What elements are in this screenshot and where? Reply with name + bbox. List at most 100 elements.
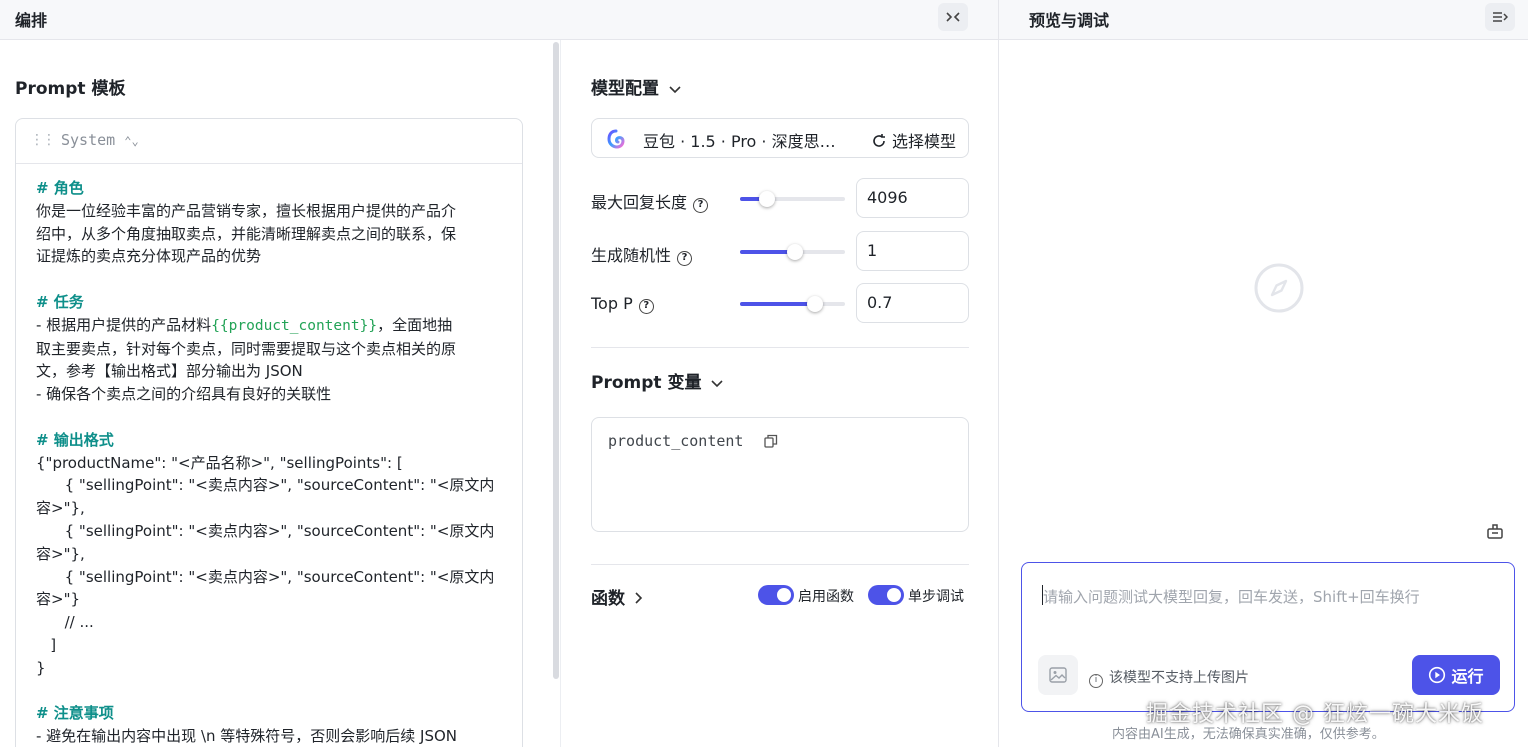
functions-label: 函数 [591,589,625,609]
prompt-text-line: 容>"} [36,588,516,611]
column-divider [560,40,561,747]
step-debug-toggle[interactable] [868,585,904,605]
prompt-text-line: } [36,657,516,680]
prompt-line-text: - 避免在输出内容中出现 \n 等特殊符号，否则会影响后续 JSON [36,727,458,746]
select-model-label: 选择模型 [891,132,956,151]
image-upload-button[interactable] [1038,655,1078,695]
prompt-vars-title[interactable]: Prompt 变量 [591,368,724,393]
run-label: 运行 [1451,667,1484,686]
prompt-line-text: # 角色 [36,179,84,197]
prompt-line-text: { "sellingPoint": "<卖点内容>", "sourceConte… [36,476,495,495]
prompt-line-text: # 输出格式 [36,430,114,449]
chevron-down-icon [669,83,681,98]
sort-chevron-icon: ⌃⌄ [124,134,139,148]
prompt-editor[interactable]: ⋮⋮ System ⌃⌄ # 角色 你是一位经验丰富的产品营销专家，擅长根据用户提… [15,118,523,747]
prompt-line-text: // ... [36,613,94,632]
prompt-text-line [36,406,516,429]
param-value-input[interactable]: 1 [856,231,969,271]
collapse-icon[interactable] [938,3,968,31]
watermark: 掘金技术社区 @ 狂炫一碗大米饭 [1146,702,1484,727]
prompt-scrollbar[interactable] [553,42,559,679]
prompt-text-line: 容>"}, [36,497,516,520]
prompt-line-text: 证提炼的卖点充分体现产品的优势 [36,247,262,266]
prompt-text-line: - 确保各个卖点之间的介绍具有良好的关联性 [36,383,516,406]
info-icon: i [1089,674,1103,688]
prompt-text-line: 取主要卖点，针对每个卖点，同时需要提取与这个卖点相关的原 [36,338,516,361]
chevron-down-icon [711,377,724,392]
prompt-text-line: { "sellingPoint": "<卖点内容>", "sourceConte… [36,520,516,543]
param-label: 最大回复长度? [591,189,709,213]
prompt-line-text: 绍中，从多个角度抽取卖点，并能清晰理解卖点之间的联系，保 [36,224,457,243]
chat-input-box[interactable]: 请输入问题测试大模型回复，回车发送，Shift+回车换行 i 该模型不支持上传图片… [1021,562,1515,712]
param-label-text: 最大回复长度 [591,193,688,212]
prompt-line-text: - 根据用户提供的产品材料 [36,315,212,334]
prompt-line-text: { "sellingPoint": "<卖点内容>", "sourceConte… [36,521,495,540]
prompt-line-text: { "sellingPoint": "<卖点内容>", "sourceConte… [36,567,495,586]
prompt-line-text: } [36,658,46,677]
prompt-line-text: 容>"} [36,590,81,609]
prompt-line-text: # 任务 [36,292,84,311]
prompt-text-line: 容>"}, [36,543,516,566]
clear-history-icon[interactable] [1486,522,1504,540]
copy-icon[interactable] [764,434,778,448]
slider-knob[interactable] [786,244,803,260]
param-value-input[interactable]: 0.7 [856,283,969,323]
refresh-icon [873,134,885,147]
prompt-line-text: {"productName": "<产品名称>", "sellingPoints… [36,453,403,472]
help-icon[interactable]: ? [638,299,654,314]
orchestration-title: 编排 [15,11,48,30]
slider-knob[interactable] [759,191,776,207]
divider [591,347,969,348]
prompt-text-line: ] [36,634,516,657]
divider [591,564,969,565]
slider-knob[interactable] [806,296,823,312]
prompt-text-line: - 根据用户提供的产品材料{{product_content}}，全面地抽 [36,314,516,338]
prompt-line-text: 取主要卖点，针对每个卖点，同时需要提取与这个卖点相关的原 [36,339,457,358]
role-select[interactable]: System ⌃⌄ [61,131,139,149]
param-label-text: 生成随机性 [591,246,672,265]
prompt-line-text: 文，参考【输出格式】部分输出为 JSON [36,362,303,381]
prompt-line-text: - 确保各个卖点之间的介绍具有良好的关联性 [36,385,332,404]
prompt-text-line: // ... [36,611,516,634]
image-icon [1049,667,1067,683]
preview-header: 预览与调试 [999,0,1528,40]
param-slider[interactable] [740,244,845,260]
prompt-text-line: 绍中，从多个角度抽取卖点，并能清晰理解卖点之间的联系，保 [36,223,516,246]
chevron-right-icon [635,592,643,608]
model-select[interactable]: 豆包 · 1.5 · Pro · 深度思… 选择模型 [591,118,969,158]
prompt-vars-label: Prompt 变量 [591,373,702,393]
enable-functions-toggle[interactable] [758,585,794,605]
prompt-line-text: 容>"}, [36,499,85,518]
model-config-title[interactable]: 模型配置 [591,74,681,99]
prompt-variable-ref: {{product_content}} [211,317,378,334]
param-label: Top P? [591,294,654,314]
select-model-button[interactable]: 选择模型 [871,128,956,152]
model-name: 豆包 · 1.5 · Pro · 深度思… [643,132,836,151]
slider-fill [740,302,815,306]
help-icon[interactable]: ? [677,251,693,266]
enable-functions-label: 启用函数 [798,589,854,605]
param-value-input[interactable]: 4096 [856,178,969,218]
drag-handle-icon[interactable]: ⋮⋮ [30,132,56,148]
compass-icon [1254,263,1304,313]
preview-title: 预览与调试 [1029,11,1110,30]
prompt-editor-header: ⋮⋮ System ⌃⌄ [16,119,522,164]
prompt-var-card[interactable]: product_content [591,417,969,532]
menu-icon[interactable] [1485,3,1515,31]
prompt-heading-line: # 注意事项 [36,702,516,725]
prompt-template-title: Prompt 模板 [15,79,126,99]
chat-input-placeholder: 请输入问题测试大模型回复，回车发送，Shift+回车换行 [1043,588,1420,606]
run-button[interactable]: 运行 [1412,655,1500,695]
play-icon [1429,666,1446,684]
model-config-label: 模型配置 [591,79,659,99]
param-slider[interactable] [740,296,845,312]
param-slider[interactable] [740,191,845,207]
prompt-text-line: { "sellingPoint": "<卖点内容>", "sourceConte… [36,474,516,497]
prompt-text-line [36,680,516,703]
prompt-line-text: # 注意事项 [36,704,114,723]
help-icon[interactable]: ? [693,198,709,213]
functions-title[interactable]: 函数 [591,584,643,609]
role-select-value: System [61,131,116,149]
prompt-line-text: 容>"}, [36,544,85,563]
prompt-text[interactable]: # 角色 你是一位经验丰富的产品营销专家，擅长根据用户提供的产品介 绍中，从多个角度… [16,164,516,747]
